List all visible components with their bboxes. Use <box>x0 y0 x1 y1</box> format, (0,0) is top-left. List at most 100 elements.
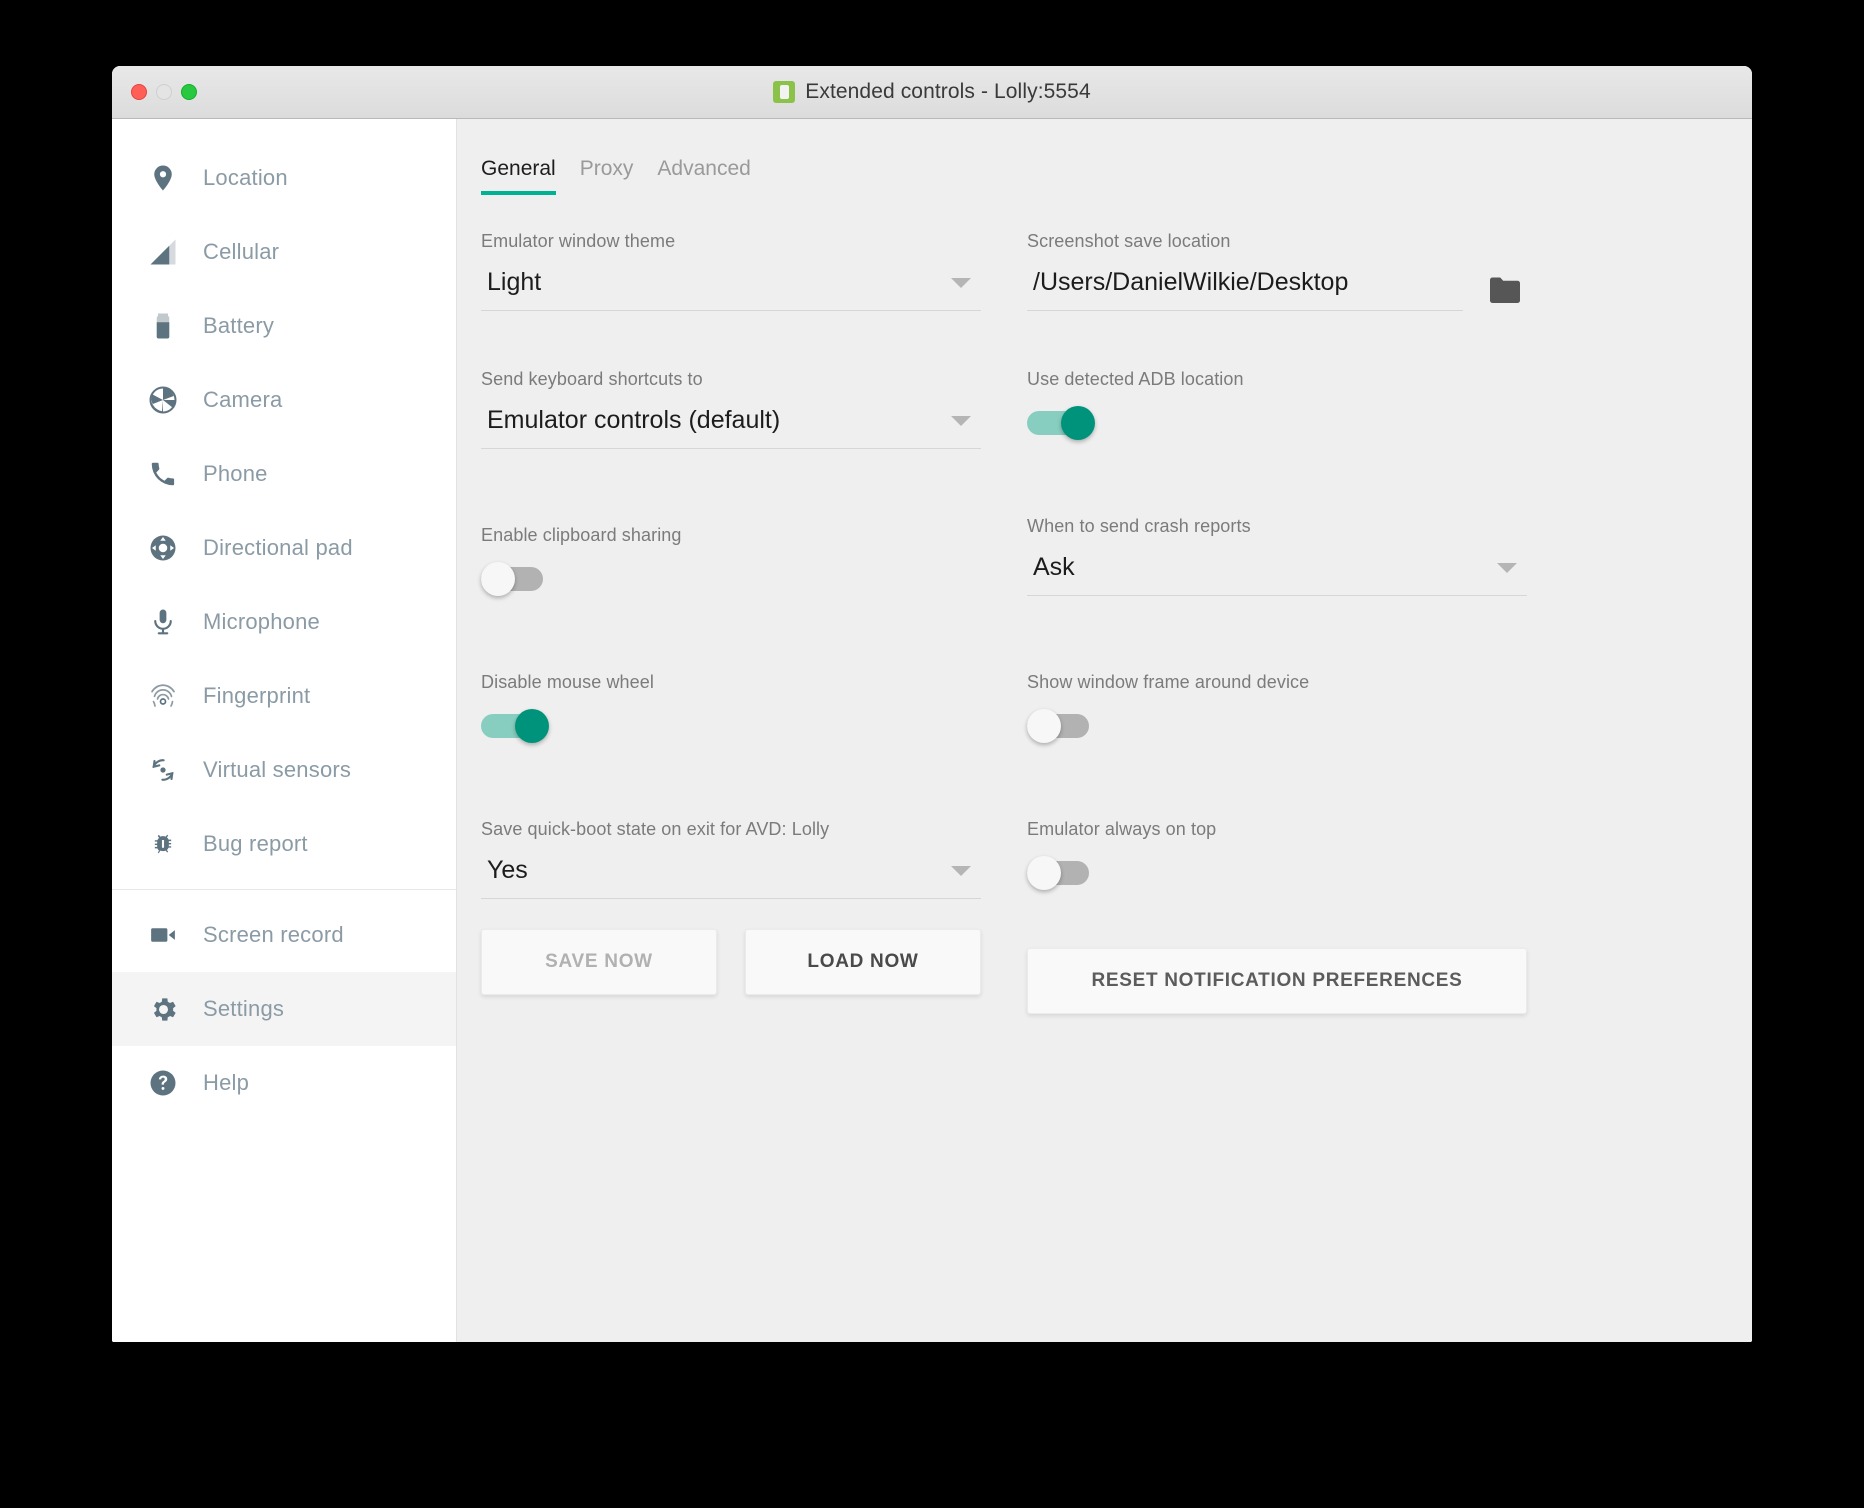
send-keyboard-shortcuts-select[interactable]: Emulator controls (default) <box>481 406 981 449</box>
field-use-detected-adb-location: Use detected ADB location <box>1027 369 1527 440</box>
phone-handset-icon <box>141 452 185 496</box>
android-emulator-icon <box>773 81 796 103</box>
save-now-button[interactable]: SAVE NOW <box>481 929 717 995</box>
sidebar-item-help[interactable]: Help <box>112 1046 456 1120</box>
select-value: Light <box>487 268 542 296</box>
settings-tabs: General Proxy Advanced <box>457 157 1752 195</box>
rotation-sensor-icon <box>141 748 185 792</box>
field-when-to-send-crash-reports: When to send crash reports Ask <box>1027 516 1527 596</box>
disable-mouse-wheel-toggle[interactable] <box>481 709 549 743</box>
field-label: Disable mouse wheel <box>481 672 654 692</box>
toggle-knob <box>515 709 549 743</box>
sidebar-item-label: Help <box>203 1070 250 1095</box>
chevron-down-icon <box>951 866 971 876</box>
load-now-button[interactable]: LOAD NOW <box>745 929 981 995</box>
sidebar-item-label: Battery <box>203 313 275 338</box>
sidebar-item-cellular[interactable]: Cellular <box>112 215 456 289</box>
sidebar-item-battery[interactable]: Battery <box>112 289 456 363</box>
fingerprint-icon <box>141 674 185 718</box>
field-label: Use detected ADB location <box>1027 369 1244 389</box>
chevron-down-icon <box>951 278 971 288</box>
field-label: When to send crash reports <box>1027 516 1251 536</box>
use-detected-adb-location-toggle[interactable] <box>1027 406 1095 440</box>
sidebar-item-microphone[interactable]: Microphone <box>112 585 456 659</box>
question-circle-icon <box>141 1061 185 1105</box>
folder-icon[interactable] <box>1483 271 1527 311</box>
sidebar-item-label: Directional pad <box>203 535 353 560</box>
chevron-down-icon <box>1497 563 1517 573</box>
sidebar-item-screen-record[interactable]: Screen record <box>112 898 456 972</box>
field-label: Screenshot save location <box>1027 231 1231 251</box>
sidebar-item-label: Phone <box>203 461 268 486</box>
sidebar-item-fingerprint[interactable]: Fingerprint <box>112 659 456 733</box>
field-emulator-always-on-top: Emulator always on top <box>1027 819 1527 890</box>
sidebar-item-label: Screen record <box>203 922 344 947</box>
field-disable-mouse-wheel: Disable mouse wheel <box>481 672 981 743</box>
enable-clipboard-sharing-toggle[interactable] <box>481 562 549 596</box>
minimize-button[interactable] <box>156 84 172 100</box>
tab-proxy[interactable]: Proxy <box>580 157 634 195</box>
field-label: Send keyboard shortcuts to <box>481 369 703 389</box>
field-enable-clipboard-sharing: Enable clipboard sharing <box>481 525 981 596</box>
reset-notification-preferences-button[interactable]: RESET NOTIFICATION PREFERENCES <box>1027 948 1527 1014</box>
sidebar: Location Cellular Battery Camera Phone D… <box>112 119 457 1342</box>
signal-bars-icon <box>141 230 185 274</box>
title-bar-center: Extended controls - Lolly:5554 <box>112 80 1752 104</box>
sidebar-item-settings[interactable]: Settings <box>112 972 456 1046</box>
field-save-quick-boot-state: Save quick-boot state on exit for AVD: L… <box>481 819 981 899</box>
toggle-knob <box>1027 709 1061 743</box>
select-value: Emulator controls (default) <box>487 406 781 434</box>
sidebar-item-location[interactable]: Location <box>112 141 456 215</box>
field-send-keyboard-shortcuts: Send keyboard shortcuts to Emulator cont… <box>481 369 981 449</box>
sidebar-item-label: Microphone <box>203 609 320 634</box>
toggle-knob <box>1061 406 1095 440</box>
tab-general[interactable]: General <box>481 157 556 195</box>
sidebar-item-label: Fingerprint <box>203 683 311 708</box>
field-label: Emulator always on top <box>1027 819 1217 839</box>
sidebar-item-label: Cellular <box>203 239 280 264</box>
toggle-knob <box>481 562 515 596</box>
settings-right-column: Screenshot save location /Users/DanielWi… <box>1027 231 1527 1014</box>
video-camera-icon <box>141 913 185 957</box>
sidebar-item-label: Location <box>203 165 288 190</box>
battery-icon <box>141 304 185 348</box>
sidebar-item-directional-pad[interactable]: Directional pad <box>112 511 456 585</box>
show-window-frame-toggle[interactable] <box>1027 709 1095 743</box>
sidebar-divider <box>112 889 456 890</box>
close-button[interactable] <box>131 84 147 100</box>
field-label: Save quick-boot state on exit for AVD: L… <box>481 819 830 839</box>
extended-controls-window: Extended controls - Lolly:5554 Location … <box>112 66 1752 1342</box>
field-show-window-frame: Show window frame around device <box>1027 672 1527 743</box>
camera-aperture-icon <box>141 378 185 422</box>
tab-advanced[interactable]: Advanced <box>657 157 750 195</box>
sidebar-item-phone[interactable]: Phone <box>112 437 456 511</box>
field-screenshot-save-location: Screenshot save location /Users/DanielWi… <box>1027 231 1527 311</box>
field-label: Emulator window theme <box>481 231 676 251</box>
gear-icon <box>141 987 185 1031</box>
sidebar-item-label: Camera <box>203 387 283 412</box>
dpad-icon <box>141 526 185 570</box>
location-pin-icon <box>141 156 185 200</box>
zoom-button[interactable] <box>181 84 197 100</box>
microphone-icon <box>141 600 185 644</box>
chevron-down-icon <box>951 416 971 426</box>
window-body: Location Cellular Battery Camera Phone D… <box>112 119 1752 1342</box>
quick-boot-buttons: SAVE NOW LOAD NOW <box>481 929 981 995</box>
sidebar-item-virtual-sensors[interactable]: Virtual sensors <box>112 733 456 807</box>
select-value: Yes <box>487 856 528 884</box>
settings-content: General Proxy Advanced Emulator window t… <box>457 119 1752 1342</box>
emulator-window-theme-select[interactable]: Light <box>481 268 981 311</box>
field-emulator-window-theme: Emulator window theme Light <box>481 231 981 311</box>
emulator-always-on-top-toggle[interactable] <box>1027 856 1095 890</box>
settings-left-column: Emulator window theme Light Send keyboar… <box>481 231 981 1014</box>
when-to-send-crash-reports-select[interactable]: Ask <box>1027 553 1527 596</box>
bug-icon <box>141 822 185 866</box>
field-label: Show window frame around device <box>1027 672 1310 692</box>
sidebar-item-camera[interactable]: Camera <box>112 363 456 437</box>
save-quick-boot-state-select[interactable]: Yes <box>481 856 981 899</box>
screenshot-save-location-input[interactable]: /Users/DanielWilkie/Desktop <box>1027 268 1463 311</box>
sidebar-item-bug-report[interactable]: Bug report <box>112 807 456 881</box>
select-value: Ask <box>1033 553 1075 581</box>
window-title: Extended controls - Lolly:5554 <box>805 80 1091 103</box>
window-traffic-lights <box>112 84 197 100</box>
